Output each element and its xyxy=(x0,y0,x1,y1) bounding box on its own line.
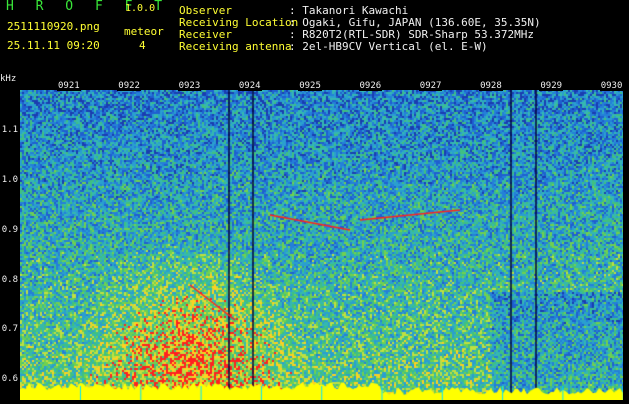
antenna-label: Receiving antenna xyxy=(179,40,292,53)
spectrogram-plot xyxy=(20,90,623,400)
x-tick-label: 0930 xyxy=(599,81,624,91)
x-tick-label: 0927 xyxy=(418,81,443,91)
header-panel: H R O F F T 1.0.0 2511110920.png meteor … xyxy=(0,0,629,72)
y-tick-label: 0.8 xyxy=(1,275,18,285)
x-tick-label: 0926 xyxy=(358,81,383,91)
y-tick-label: 0.9 xyxy=(1,225,18,235)
x-tick-label: 0921 xyxy=(57,81,81,91)
x-tick-label: 0923 xyxy=(177,81,202,91)
x-tick-label: 0924 xyxy=(237,81,262,91)
y-tick-label: 0.6 xyxy=(1,374,18,384)
x-tick-label: 0929 xyxy=(539,81,564,91)
spectrogram-canvas xyxy=(20,90,623,400)
version-label: 1.0.0 xyxy=(125,3,156,14)
meteor-count: 4 xyxy=(139,39,146,52)
x-tick-label: 0925 xyxy=(298,81,322,91)
y-axis-unit: kHz xyxy=(0,74,17,84)
y-tick-label: 1.0 xyxy=(1,175,18,185)
filename-label: 2511110920.png xyxy=(7,20,100,33)
y-tick-label: 0.7 xyxy=(1,324,18,334)
y-tick-label: 1.1 xyxy=(1,125,18,135)
x-tick-label: 0922 xyxy=(117,81,141,91)
meteor-label: meteor xyxy=(124,25,164,38)
timestamp-label: 25.11.11 09:20 xyxy=(7,39,100,52)
antenna-value: : 2el-HB9CV Vertical (el. E-W) xyxy=(289,40,488,53)
x-tick-label: 0928 xyxy=(479,81,503,91)
